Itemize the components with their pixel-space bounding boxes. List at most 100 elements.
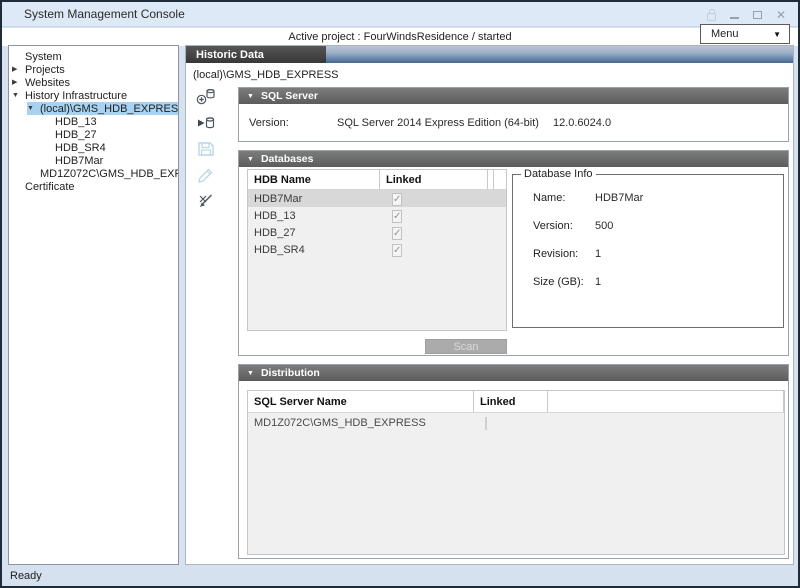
tree-item-history-infrastructure[interactable]: ▼History Infrastructure [9,89,178,102]
info-label: Version: [533,220,595,232]
pencil-icon [196,166,216,184]
databases-table: HDB Name Linked HDB7Mar HDB_13 [247,169,507,331]
table-row[interactable]: HDB_13 [248,207,506,224]
section-title: SQL Server [261,90,318,102]
sql-server-section-header[interactable]: ▼ SQL Server [239,88,788,104]
distribution-table: SQL Server Name Linked MD1Z072C\GMS_HDB_… [247,390,785,555]
tree-item-label: MD1Z072C\GMS_HDB_EXPRESS [40,168,179,180]
close-button[interactable]: ✕ [776,9,786,21]
save-icon [196,140,216,158]
databases-section-header[interactable]: ▼ Databases [239,151,788,167]
tree-item-label: Certificate [25,181,75,193]
unlink-button[interactable] [195,192,217,210]
menu-dropdown[interactable]: Menu ▼ [700,24,790,44]
tree-item-label: (local)\GMS_HDB_EXPRESS [40,103,179,115]
tree-item-label: System [25,51,62,63]
app-window: System Management Console ✕ Active proje… [0,0,800,588]
version-number: 12.0.6024.0 [553,117,611,129]
table-row[interactable]: HDB7Mar [248,190,506,207]
column-header-sql-server-name[interactable]: SQL Server Name [248,391,473,412]
info-row-revision: Revision: 1 [533,248,783,260]
tree-item-websites[interactable]: ▶Websites [9,76,178,89]
linked-checkbox[interactable] [485,417,487,430]
main-panel: Historic Data (local)\GMS_HDB_EXPRESS [185,45,794,565]
distribution-table-header: SQL Server Name Linked [248,391,784,413]
tree-item-label: HDB_13 [55,116,97,128]
column-header-linked[interactable]: Linked [473,391,547,412]
databases-section: ▼ Databases HDB Name Linked HDB7Mar [238,150,789,356]
table-row[interactable]: HDB_27 [248,224,506,241]
active-project-label: Active project : FourWindsResidence / st… [288,31,511,43]
sql-server-name-cell: MD1Z072C\GMS_HDB_EXPRESS [248,417,473,429]
linked-checkbox[interactable] [392,193,402,206]
add-database-icon [196,88,216,106]
hdb-name-cell: HDB_13 [248,210,379,222]
sql-server-section: ▼ SQL Server Version: SQL Server 2014 Ex… [238,87,789,142]
tree-item-system[interactable]: System [9,50,178,63]
info-label: Size (GB): [533,276,595,288]
column-header-hdb-name[interactable]: HDB Name [248,170,379,189]
distribution-section: ▼ Distribution SQL Server Name Linked MD… [238,364,789,559]
collapse-arrow-icon: ▼ [239,156,261,163]
info-row-version: Version: 500 [533,220,783,232]
info-row-size: Size (GB): 1 [533,276,783,288]
add-database-button[interactable] [195,88,217,106]
navigation-tree: System ▶Projects ▶Websites ▼History Infr… [8,45,179,565]
hdb-name-cell: HDB_27 [248,227,379,239]
tree-item-projects[interactable]: ▶Projects [9,63,178,76]
linked-checkbox[interactable] [392,210,402,223]
menu-label: Menu [701,28,773,40]
column-header-linked[interactable]: Linked [379,170,487,189]
distribution-section-header[interactable]: ▼ Distribution [239,365,788,381]
tree-item-certificate[interactable]: Certificate [9,180,178,193]
tree-item-md1z072c-gms-hdb-express[interactable]: MD1Z072C\GMS_HDB_EXPRESS [9,167,178,180]
tree-item-label: HDB_SR4 [55,142,106,154]
attach-database-button[interactable] [195,114,217,132]
version-value: SQL Server 2014 Express Edition (64-bit) [337,117,539,129]
database-info-legend: Database Info [521,168,596,180]
collapse-arrow-icon: ▼ [239,93,261,100]
tab-historic-data[interactable]: Historic Data [186,46,326,63]
minimize-button[interactable] [730,17,739,19]
window-title: System Management Console [2,7,185,21]
info-label: Revision: [533,248,595,260]
tree-item-label: HDB_27 [55,129,97,141]
section-title: Databases [261,153,314,165]
tree-item-hdb7mar[interactable]: HDB7Mar [9,154,178,167]
chevron-down-icon: ▼ [773,30,789,39]
save-button[interactable] [195,140,217,158]
tree-item-local-gms-hdb-express[interactable]: ▼(local)\GMS_HDB_EXPRESS [9,102,178,115]
expander-icon[interactable]: ▶ [12,76,25,89]
tree-item-hdb-27[interactable]: HDB_27 [9,128,178,141]
linked-checkbox[interactable] [392,227,402,240]
hdb-name-cell: HDB_SR4 [248,244,379,256]
active-project-bar: Active project : FourWindsResidence / st… [2,28,798,46]
database-info-group: Database Info Name: HDB7Mar Version: 500… [512,168,784,328]
expander-icon[interactable]: ▶ [12,63,25,76]
column-header-empty [493,170,506,189]
maximize-button[interactable] [753,11,762,19]
tree-item-label: Projects [25,64,65,76]
expander-icon[interactable]: ▼ [12,89,25,102]
linked-checkbox[interactable] [392,244,402,257]
tree-item-hdb-13[interactable]: HDB_13 [9,115,178,128]
tree-item-label: HDB7Mar [55,155,103,167]
tree-item-hdb-sr4[interactable]: HDB_SR4 [9,141,178,154]
info-value: HDB7Mar [595,192,643,204]
content-sections: ▼ SQL Server Version: SQL Server 2014 Ex… [238,87,789,559]
expander-icon[interactable]: ▼ [27,102,40,115]
databases-table-header: HDB Name Linked [248,170,506,190]
edit-button[interactable] [195,166,217,184]
tree-item-label: Websites [25,77,70,89]
info-row-name: Name: HDB7Mar [533,192,783,204]
column-header-empty [783,391,790,412]
table-row[interactable]: MD1Z072C\GMS_HDB_EXPRESS [248,413,784,433]
table-row[interactable]: HDB_SR4 [248,241,506,258]
side-toolbar [195,88,225,218]
scan-button[interactable]: Scan [425,339,507,354]
status-bar: Ready [2,566,798,586]
unlink-icon [196,192,216,210]
info-value: 500 [595,220,613,232]
collapse-arrow-icon: ▼ [239,370,261,377]
databases-body: HDB Name Linked HDB7Mar HDB_13 [239,167,788,356]
